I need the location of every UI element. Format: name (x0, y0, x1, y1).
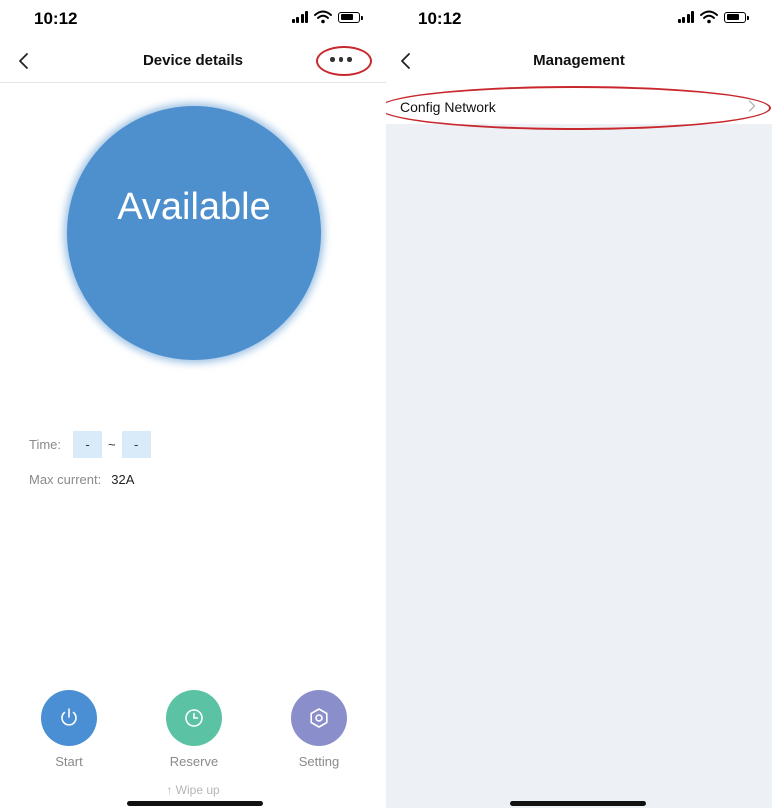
list-item-config-network[interactable]: Config Network (386, 82, 772, 124)
time-separator: ~ (108, 437, 116, 452)
start-label: Start (55, 754, 83, 769)
time-label: Time: (29, 437, 62, 452)
clock-icon (185, 709, 203, 727)
chevron-right-icon (748, 100, 756, 112)
status-icons (677, 10, 749, 24)
time-start-field[interactable]: - (73, 431, 103, 458)
wifi-icon (314, 10, 332, 24)
status-icons (291, 10, 363, 24)
setting-icon-circle[interactable] (291, 690, 347, 746)
max-current-row: Max current: 32A (29, 472, 134, 487)
cellular-signal-icon (677, 11, 694, 23)
time-row: Time: - ~ - (29, 431, 151, 458)
setting-label: Setting (298, 754, 340, 769)
reserve-button[interactable]: Reserve (154, 690, 234, 769)
max-current-label: Max current: (29, 472, 102, 487)
wifi-icon (700, 10, 718, 24)
start-icon-circle[interactable] (41, 690, 97, 746)
device-details-screen: 10:12 Device details Available Time: - ~… (0, 0, 386, 808)
time-end-field[interactable]: - (121, 431, 151, 458)
start-button[interactable]: Start (29, 690, 109, 769)
power-icon (61, 708, 77, 726)
home-indicator[interactable] (127, 801, 263, 806)
setting-button[interactable]: Setting (279, 690, 359, 769)
cellular-signal-icon (291, 11, 308, 23)
device-status-text: Available (117, 185, 271, 228)
home-indicator[interactable] (510, 801, 646, 806)
reserve-icon-circle[interactable] (166, 690, 222, 746)
battery-icon (338, 11, 363, 23)
more-icon (330, 57, 352, 62)
status-bar: 10:12 (386, 0, 772, 40)
page-title: Management (533, 52, 625, 69)
management-screen: 10:12 Management Config Network (386, 0, 772, 808)
status-time: 10:12 (34, 9, 78, 28)
status-time: 10:12 (418, 9, 462, 28)
more-button[interactable] (316, 46, 372, 76)
max-current-value: 32A (111, 472, 135, 487)
reserve-label: Reserve (169, 754, 219, 769)
wipe-up-hint: ↑ Wipe up (166, 783, 220, 797)
status-bar: 10:12 (0, 0, 386, 40)
nav-bar: Device details (0, 40, 386, 83)
nav-bar: Management (386, 40, 772, 83)
list-item-label: Config Network (400, 99, 496, 115)
battery-icon (724, 11, 749, 23)
gear-icon (310, 708, 328, 728)
device-status-circle: Available (67, 106, 321, 360)
